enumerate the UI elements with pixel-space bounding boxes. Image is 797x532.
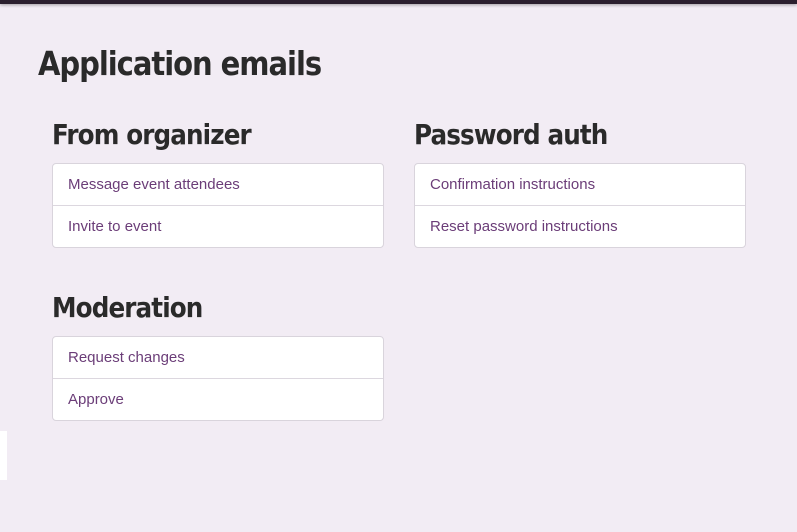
approve-link[interactable]: Approve	[53, 378, 383, 420]
email-list: Message event attendees Invite to event	[52, 163, 384, 248]
email-list: Request changes Approve	[52, 336, 384, 421]
top-bar	[0, 0, 797, 4]
section-password-auth: Password auth Confirmation instructions …	[414, 118, 746, 248]
request-changes-link[interactable]: Request changes	[53, 337, 383, 378]
reset-password-instructions-link[interactable]: Reset password instructions	[415, 205, 745, 247]
section-moderation: Moderation Request changes Approve	[52, 291, 384, 421]
invite-to-event-link[interactable]: Invite to event	[53, 205, 383, 247]
confirmation-instructions-link[interactable]: Confirmation instructions	[415, 164, 745, 205]
section-title: Moderation	[52, 291, 203, 324]
section-from-organizer: From organizer Message event attendees I…	[52, 118, 384, 248]
email-list: Confirmation instructions Reset password…	[414, 163, 746, 248]
message-event-attendees-link[interactable]: Message event attendees	[53, 164, 383, 205]
section-title: From organizer	[52, 118, 252, 151]
page-title: Application emails	[38, 44, 322, 83]
section-title: Password auth	[414, 118, 608, 151]
side-tab[interactable]	[0, 431, 7, 480]
